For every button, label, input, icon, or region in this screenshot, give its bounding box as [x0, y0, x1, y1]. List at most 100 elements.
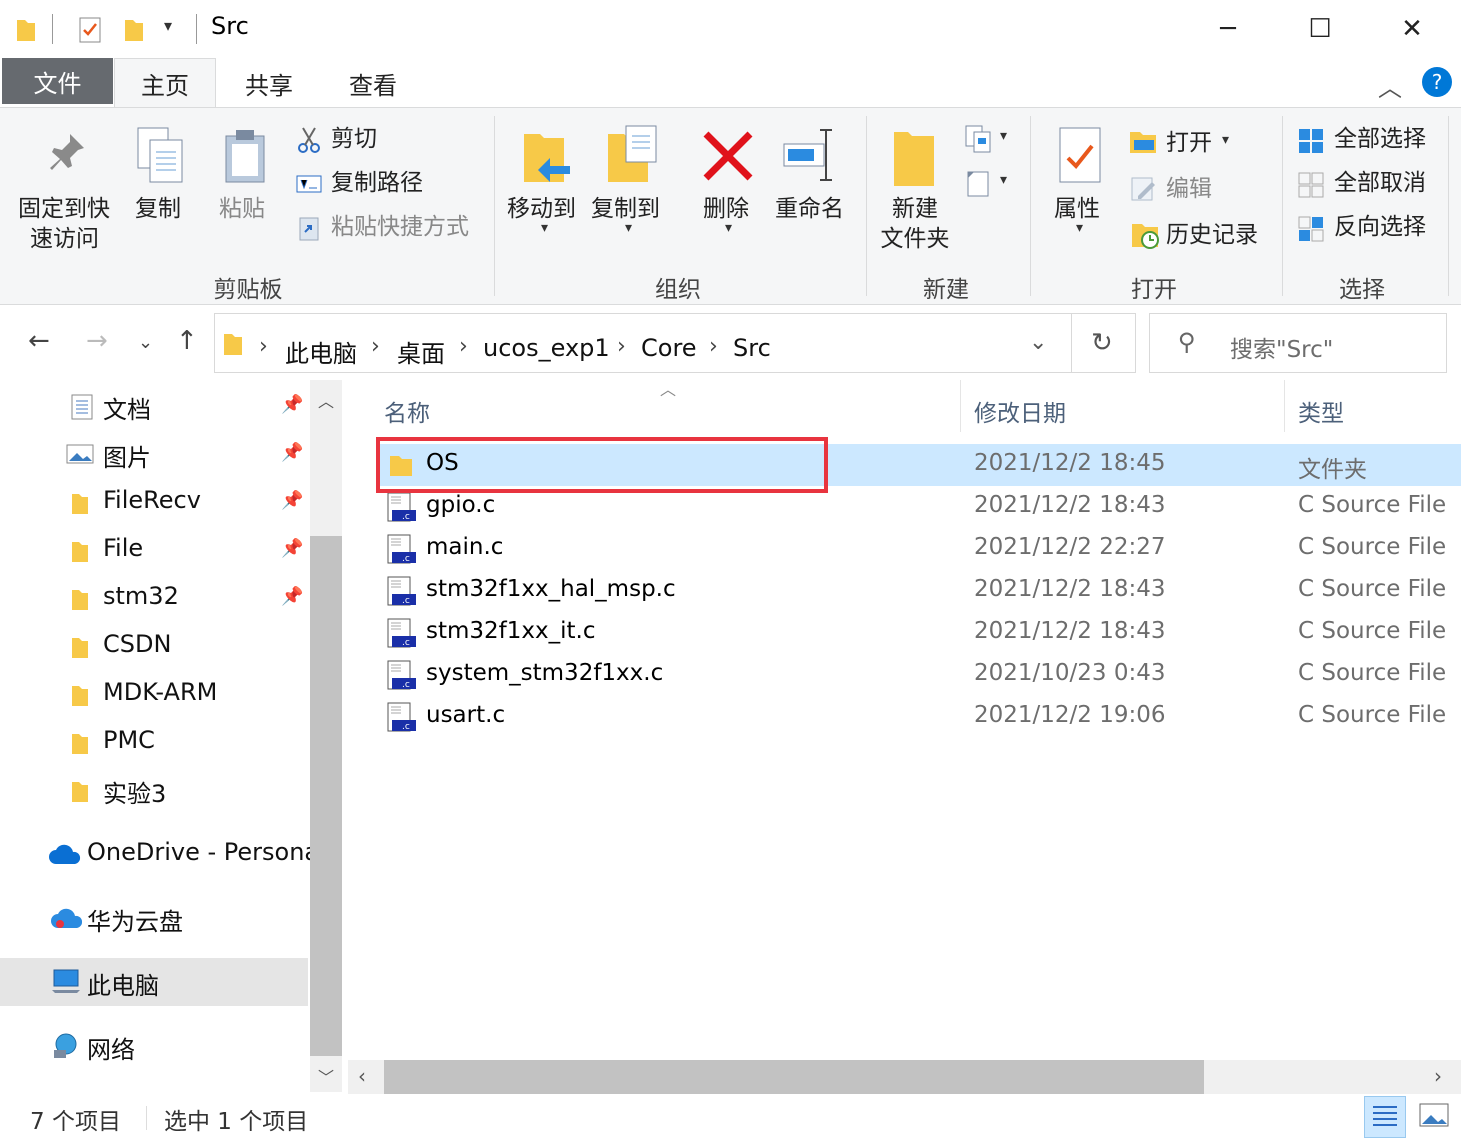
scroll-thumb[interactable] — [384, 1060, 1204, 1094]
breadcrumb-src[interactable]: Src — [733, 334, 771, 362]
nav-item-stm32[interactable]: stm32 📌 — [0, 574, 308, 622]
nav-item-pictures[interactable]: 图片 📌 — [0, 430, 308, 478]
chevron-right-icon[interactable]: › — [617, 334, 626, 359]
maximize-button[interactable]: ☐ — [1274, 0, 1366, 58]
file-row[interactable]: .c stm32f1xx_hal_msp.c 2021/12/2 18:43 C So… — [378, 570, 1461, 612]
scroll-up-icon[interactable]: ︿ — [318, 388, 334, 412]
nav-item-filerecv[interactable]: FileRecv 📌 — [0, 478, 308, 526]
nav-item-documents[interactable]: 文档 📌 — [0, 382, 308, 430]
help-icon[interactable]: ? — [1422, 67, 1452, 97]
recent-locations-button[interactable]: ⌄ — [138, 332, 153, 353]
file-row[interactable]: .c usart.c 2021/12/2 19:06 C Source File — [378, 696, 1461, 738]
nav-item-pmc[interactable]: PMC — [0, 718, 308, 766]
breadcrumb-this-pc[interactable]: 此电脑 — [285, 334, 357, 369]
scroll-left-icon[interactable]: ‹ — [358, 1064, 366, 1088]
delete-icon — [703, 131, 753, 181]
c-source-file-icon: .c — [387, 576, 416, 606]
select-none-button[interactable]: 全部取消 — [1334, 168, 1426, 198]
tab-file[interactable]: 文件 — [2, 58, 113, 104]
nav-item-mdk-arm[interactable]: MDK-ARM — [0, 670, 308, 718]
rename-button[interactable]: 重命名 — [775, 194, 844, 224]
forward-button[interactable]: → — [86, 326, 108, 356]
up-button[interactable]: ↑ — [176, 326, 198, 356]
nav-item-onedrive[interactable]: OneDrive - Persona — [0, 830, 319, 878]
breadcrumb-ucos-exp1[interactable]: ucos_exp1 — [483, 334, 610, 362]
chevron-right-icon[interactable]: › — [459, 334, 468, 359]
search-placeholder[interactable]: 搜索"Src" — [1230, 330, 1333, 364]
column-header-name[interactable]: 名称 — [384, 394, 430, 428]
paste-shortcut-icon — [299, 217, 319, 241]
pin-icon[interactable]: 📌 — [281, 394, 303, 415]
address-box[interactable]: › 此电脑 › 桌面 › ucos_exp1 › Core › Src ⌄ ↻ — [214, 313, 1136, 373]
new-folder-quick-icon[interactable] — [122, 14, 146, 44]
column-header-date[interactable]: 修改日期 — [974, 394, 1066, 428]
chevron-right-icon[interactable]: › — [709, 334, 718, 359]
column-header-type[interactable]: 类型 — [1298, 394, 1344, 428]
easy-access-icon[interactable] — [964, 168, 994, 200]
nav-item-experiment3[interactable]: 实验3 — [0, 766, 308, 814]
collapse-ribbon-icon[interactable]: ︿ — [1378, 68, 1402, 103]
nav-label: MDK-ARM — [103, 678, 218, 706]
back-button[interactable]: ← — [28, 326, 50, 356]
nav-item-this-pc[interactable]: 此电脑 — [0, 958, 308, 1006]
nav-item-network[interactable]: 网络 — [0, 1022, 308, 1070]
edit-button[interactable]: 编辑 — [1166, 174, 1212, 204]
chevron-down-icon[interactable]: ▾ — [1222, 132, 1229, 148]
file-row[interactable]: .c stm32f1xx_it.c 2021/12/2 18:43 C Source … — [378, 612, 1461, 654]
new-item-icon[interactable] — [964, 124, 994, 156]
search-box[interactable]: ⚲ 搜索"Src" — [1149, 313, 1447, 373]
chevron-down-icon[interactable]: ▾ — [1000, 172, 1007, 188]
cut-button[interactable]: 剪切 — [331, 124, 377, 154]
file-date: 2021/12/2 18:43 — [974, 492, 1166, 518]
pin-quick-access-button[interactable]: 固定到快 速访问 — [18, 194, 110, 254]
paste-shortcut-button[interactable]: 粘贴快捷方式 — [331, 212, 469, 242]
details-view-button[interactable] — [1364, 1096, 1406, 1138]
scroll-right-icon[interactable]: › — [1434, 1064, 1442, 1088]
file-type: C Source File — [1298, 702, 1447, 728]
copy-path-button[interactable]: 复制路径 — [331, 168, 423, 198]
selected-count: 选中 1 个项目 — [164, 1109, 309, 1135]
svg-text:.c: .c — [402, 596, 410, 606]
file-date: 2021/10/23 0:43 — [974, 660, 1166, 686]
column-divider[interactable] — [960, 380, 961, 432]
pin-icon[interactable]: 📌 — [281, 442, 303, 463]
properties-quick-icon[interactable] — [78, 16, 104, 44]
nav-label: 文档 — [103, 396, 151, 424]
chevron-down-icon: ▾ — [625, 220, 633, 236]
nav-item-csdn[interactable]: CSDN — [0, 622, 308, 670]
nav-label: 华为云盘 — [87, 908, 183, 936]
refresh-icon[interactable]: ↻ — [1091, 328, 1113, 358]
copy-button[interactable]: 复制 — [135, 194, 181, 224]
pin-icon[interactable]: 📌 — [281, 586, 303, 607]
invert-selection-button[interactable]: 反向选择 — [1334, 212, 1426, 242]
scroll-thumb[interactable] — [310, 536, 342, 1056]
chevron-right-icon[interactable]: › — [371, 334, 380, 359]
large-icons-view-button[interactable] — [1414, 1096, 1456, 1138]
minimize-button[interactable]: ─ — [1182, 0, 1274, 58]
chevron-down-icon[interactable]: ▾ — [164, 16, 172, 35]
file-row[interactable]: .c system_stm32f1xx.c 2021/10/23 0:43 C Sou… — [378, 654, 1461, 696]
nav-item-huawei-cloud[interactable]: 华为云盘 — [0, 894, 308, 942]
close-button[interactable]: ✕ — [1366, 0, 1458, 58]
pin-icon[interactable]: 📌 — [281, 538, 303, 559]
nav-scrollbar[interactable]: ︿ ﹀ — [310, 380, 342, 1092]
breadcrumb-core[interactable]: Core — [641, 334, 697, 362]
select-all-button[interactable]: 全部选择 — [1334, 124, 1426, 154]
open-button[interactable]: 打开 — [1166, 128, 1212, 158]
tab-home[interactable]: 主页 — [114, 58, 216, 108]
horizontal-scrollbar[interactable]: ‹ › — [348, 1060, 1461, 1094]
paste-button[interactable]: 粘贴 — [219, 194, 265, 224]
nav-item-file[interactable]: File 📌 — [0, 526, 308, 574]
address-dropdown-icon[interactable]: ⌄ — [1029, 330, 1047, 355]
scroll-down-icon[interactable]: ﹀ — [318, 1064, 334, 1088]
column-divider[interactable] — [1284, 380, 1285, 432]
chevron-right-icon[interactable]: › — [259, 334, 268, 359]
chevron-down-icon[interactable]: ▾ — [1000, 128, 1007, 144]
file-row[interactable]: .c main.c 2021/12/2 22:27 C Source File — [378, 528, 1461, 570]
pin-icon[interactable]: 📌 — [281, 490, 303, 511]
new-folder-button[interactable]: 新建 文件夹 — [879, 194, 951, 254]
tab-share[interactable]: 共享 — [218, 58, 320, 108]
breadcrumb-desktop[interactable]: 桌面 — [397, 334, 445, 369]
history-button[interactable]: 历史记录 — [1166, 220, 1258, 250]
tab-view[interactable]: 查看 — [322, 58, 424, 108]
